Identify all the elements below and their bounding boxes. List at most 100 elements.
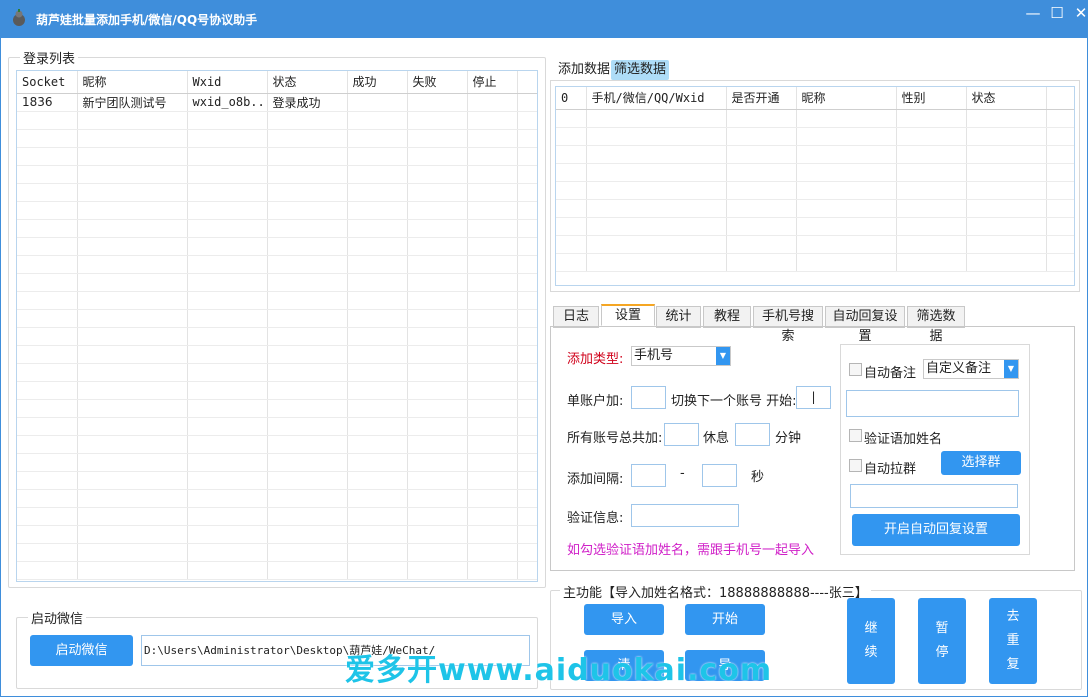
table-row[interactable] (17, 327, 537, 346)
tab-stats[interactable]: 统计 (656, 306, 701, 328)
table-cell (407, 489, 468, 508)
table-cell (347, 291, 408, 310)
tab-auto-reply[interactable]: 自动回复设置 (825, 306, 905, 344)
table-row[interactable]: 1836 新宁团队测试号 wxid_o8b... 登录成功 (17, 93, 537, 112)
table-row[interactable] (556, 199, 1074, 218)
table-row[interactable] (556, 235, 1074, 254)
auto-remark-checkbox[interactable] (849, 363, 862, 376)
table-row[interactable] (17, 201, 537, 220)
column-header[interactable]: 成功 (347, 71, 408, 94)
verify-message-input[interactable] (631, 504, 739, 527)
auto-pull-checkbox[interactable] (849, 459, 862, 472)
table-row[interactable] (17, 489, 537, 508)
column-header[interactable]: Wxid (187, 71, 268, 94)
total-input[interactable] (664, 423, 699, 446)
table-row[interactable] (17, 525, 537, 544)
table-cell (586, 145, 727, 164)
tab-phone-search[interactable]: 手机号搜索 (753, 306, 823, 344)
table-row[interactable] (556, 145, 1074, 164)
column-header[interactable]: 失败 (407, 71, 468, 94)
table-row[interactable] (17, 219, 537, 238)
table-row[interactable] (17, 111, 537, 130)
column-header[interactable]: 性别 (896, 87, 967, 110)
tab-filter-data[interactable]: 筛选数据 (907, 306, 965, 344)
table-row[interactable] (17, 453, 537, 472)
table-row[interactable] (17, 363, 537, 382)
table-row[interactable] (17, 345, 537, 364)
table-row[interactable] (556, 217, 1074, 236)
table-cell (966, 145, 1047, 164)
table-row[interactable] (17, 471, 537, 490)
table-cell (347, 273, 408, 292)
tab-tutorial[interactable]: 教程 (703, 306, 751, 328)
interval-max-input[interactable] (702, 464, 737, 487)
table-cell (467, 291, 518, 310)
column-header[interactable]: 是否开通 (726, 87, 797, 110)
table-row[interactable] (17, 561, 537, 580)
table-row[interactable] (17, 435, 537, 454)
tab-filter-data-top[interactable]: 筛选数据 (611, 60, 670, 80)
table-row[interactable] (17, 237, 537, 256)
table-row[interactable] (17, 147, 537, 166)
add-type-select[interactable]: 手机号 ▼ (631, 346, 731, 366)
close-button[interactable]: ✕ (1064, 0, 1088, 26)
table-row[interactable] (556, 181, 1074, 200)
remark-type-select[interactable]: 自定义备注 ▼ (923, 359, 1019, 379)
choose-group-button[interactable]: 选择群 (941, 451, 1021, 475)
column-header[interactable]: 停止 (467, 71, 518, 94)
column-header[interactable]: 状态 (267, 71, 348, 94)
table-cell (77, 111, 188, 130)
table-row[interactable] (17, 417, 537, 436)
table-cell (187, 561, 268, 580)
start-wechat-label: 启动微信 (28, 608, 87, 627)
interval-min-input[interactable] (631, 464, 666, 487)
start-wechat-button[interactable]: 启动微信 (30, 635, 133, 666)
table-cell (467, 183, 518, 202)
column-header[interactable]: 状态 (966, 87, 1047, 110)
auto-reply-settings-button[interactable]: 开启自动回复设置 (852, 514, 1020, 546)
rest-input[interactable] (735, 423, 770, 446)
table-cell (966, 235, 1047, 254)
table-row[interactable] (17, 507, 537, 526)
tab-log[interactable]: 日志 (553, 306, 599, 328)
verify-name-checkbox[interactable] (849, 429, 862, 442)
table-cell (966, 127, 1047, 146)
table-row[interactable] (17, 129, 537, 148)
table-row[interactable] (17, 255, 537, 274)
tab-add-data[interactable]: 添加数据 (555, 60, 613, 80)
import-button[interactable]: 导入 (584, 604, 664, 635)
continue-button[interactable]: 继 续 (847, 598, 895, 684)
table-row[interactable] (17, 273, 537, 292)
start-button[interactable]: 开始 (685, 604, 765, 635)
table-row[interactable] (17, 399, 537, 418)
table-cell (586, 235, 727, 254)
table-row[interactable] (17, 543, 537, 562)
switch-start-input[interactable]: | (796, 386, 831, 409)
table-cell (467, 381, 518, 400)
tab-settings[interactable]: 设置 (601, 304, 655, 326)
table-cell (77, 291, 188, 310)
column-header[interactable]: Socket (17, 71, 78, 94)
table-row[interactable] (17, 165, 537, 184)
single-account-input[interactable] (631, 386, 666, 409)
table-cell (77, 201, 188, 220)
table-row[interactable] (17, 183, 537, 202)
group-name-input[interactable] (850, 484, 1018, 508)
table-row[interactable] (17, 381, 537, 400)
data-table[interactable]: 0 手机/微信/QQ/Wxid 是否开通 昵称 性别 状态 (556, 87, 1074, 272)
column-header[interactable]: 0 (556, 87, 587, 110)
login-list-table[interactable]: Socket 昵称 Wxid 状态 成功 失败 停止 1836 新宁团队测试号 wxid_o8b.… (17, 71, 537, 580)
table-row[interactable] (17, 309, 537, 328)
column-header[interactable]: 手机/微信/QQ/Wxid (586, 87, 727, 110)
table-row[interactable] (17, 291, 537, 310)
table-row[interactable] (556, 253, 1074, 272)
table-row[interactable] (556, 163, 1074, 182)
pause-button[interactable]: 暂 停 (918, 598, 966, 684)
table-row[interactable] (556, 127, 1074, 146)
table-cell (896, 199, 967, 218)
table-row[interactable] (556, 109, 1074, 128)
column-header[interactable]: 昵称 (77, 71, 188, 94)
dedupe-button[interactable]: 去 重 复 (989, 598, 1037, 684)
remark-text-input[interactable] (846, 390, 1019, 417)
column-header[interactable]: 昵称 (796, 87, 897, 110)
